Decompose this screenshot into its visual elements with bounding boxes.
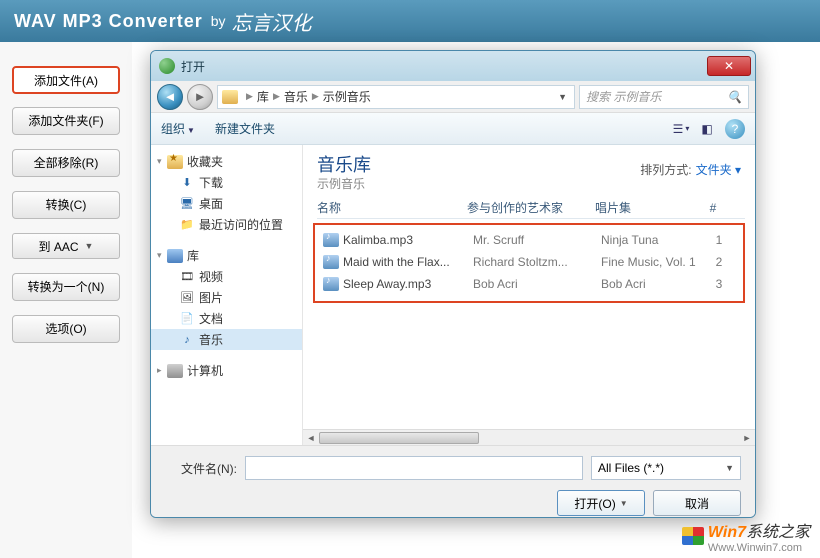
scroll-right-icon[interactable]: ► [739, 430, 755, 445]
collapse-icon: ▾ [157, 250, 167, 261]
breadcrumb-dropdown[interactable]: ▼ [555, 92, 570, 102]
new-folder-button[interactable]: 新建文件夹 [215, 120, 275, 137]
chevron-right-icon: ▶ [273, 91, 280, 102]
sort-dropdown[interactable]: 文件夹 ▾ [696, 161, 741, 178]
help-button[interactable]: ? [725, 119, 745, 139]
chevron-down-icon: ▾ [735, 163, 741, 177]
col-artist[interactable]: 参与创作的艺术家 [467, 199, 595, 216]
library-icon [167, 249, 183, 263]
app-title: WAV MP3 Converter [14, 11, 203, 32]
tree-favorites[interactable]: ▾ 收藏夹 [151, 151, 302, 172]
watermark: Win7系统之家 Www.Winwin7.com [682, 518, 810, 554]
tree-item-desktop[interactable]: 🖥桌面 [151, 193, 302, 214]
app-header: WAV MP3 Converter by 忘言汉化 [0, 0, 820, 42]
chevron-down-icon: ▼ [85, 241, 94, 251]
chevron-down-icon: ▼ [187, 126, 195, 135]
folder-tree: ▾ 收藏夹 ⬇下载 🖥桌面 📁最近访问的位置 ▾ 库 🎞视频 🖼图片 📄文档 ♪… [151, 145, 303, 445]
collapse-icon: ▾ [157, 156, 167, 167]
dialog-navbar: ◄ ► ▶ 库 ▶ 音乐 ▶ 示例音乐 ▼ 搜索 示例音乐 🔍 [151, 81, 755, 113]
tree-libraries[interactable]: ▾ 库 [151, 245, 302, 266]
add-file-button[interactable]: 添加文件(A) [12, 66, 120, 94]
column-headers[interactable]: 名称 参与创作的艺术家 唱片集 # [317, 197, 745, 219]
tree-computer[interactable]: ▸ 计算机 [151, 360, 302, 381]
breadcrumb[interactable]: ▶ 库 ▶ 音乐 ▶ 示例音乐 ▼ [217, 85, 575, 109]
col-name[interactable]: 名称 [317, 199, 467, 216]
star-icon [167, 155, 183, 169]
organize-menu[interactable]: 组织▼ [161, 120, 195, 137]
video-icon: 🎞 [179, 270, 195, 284]
music-icon: ♪ [179, 333, 195, 347]
chevron-right-icon: ▶ [246, 91, 253, 102]
add-folder-button[interactable]: 添加文件夹(F) [12, 107, 120, 135]
chevron-down-icon: ▼ [620, 499, 628, 508]
tree-item-music[interactable]: ♪音乐 [151, 329, 302, 350]
chevron-down-icon: ▼ [725, 463, 734, 473]
scroll-left-icon[interactable]: ◄ [303, 430, 319, 445]
sidebar: 添加文件(A) 添加文件夹(F) 全部移除(R) 转换(C) 到 AAC ▼ 转… [0, 42, 132, 558]
dialog-icon [159, 58, 175, 74]
search-input[interactable]: 搜索 示例音乐 🔍 [579, 85, 749, 109]
filetype-dropdown[interactable]: All Files (*.*) ▼ [591, 456, 741, 480]
options-button[interactable]: 选项(O) [12, 315, 120, 343]
folder-icon [222, 90, 238, 104]
format-value: 到 AAC [39, 238, 79, 255]
search-placeholder: 搜索 示例音乐 [586, 88, 661, 105]
library-subtitle: 示例音乐 [317, 175, 365, 192]
col-track[interactable]: # [703, 201, 723, 215]
document-icon: 📄 [179, 312, 195, 326]
open-button[interactable]: 打开(O)▼ [557, 490, 645, 516]
back-button[interactable]: ◄ [157, 84, 183, 110]
library-title: 音乐库 [317, 151, 371, 177]
file-row[interactable]: Maid with the Flax... Richard Stoltzm...… [319, 251, 739, 273]
dialog-body: ▾ 收藏夹 ⬇下载 🖥桌面 📁最近访问的位置 ▾ 库 🎞视频 🖼图片 📄文档 ♪… [151, 145, 755, 445]
computer-icon [167, 364, 183, 378]
dialog-titlebar[interactable]: 打开 ✕ [151, 51, 755, 81]
file-list: 音乐库 示例音乐 排列方式: 文件夹 ▾ 名称 参与创作的艺术家 唱片集 # K… [303, 145, 755, 445]
horizontal-scrollbar[interactable]: ◄ ► [303, 429, 755, 445]
chevron-right-icon: ▶ [312, 91, 319, 102]
picture-icon: 🖼 [179, 291, 195, 305]
tree-item-downloads[interactable]: ⬇下载 [151, 172, 302, 193]
dialog-footer: 文件名(N): All Files (*.*) ▼ 打开(O)▼ 取消 [151, 445, 755, 517]
file-row[interactable]: Kalimba.mp3 Mr. Scruff Ninja Tuna 1 [319, 229, 739, 251]
breadcrumb-item[interactable]: 示例音乐 [323, 88, 371, 105]
windows-logo-icon [682, 527, 704, 545]
download-icon: ⬇ [179, 176, 195, 190]
brand-text: 忘言汉化 [232, 7, 312, 36]
expand-icon: ▸ [157, 365, 167, 376]
open-dialog: 打开 ✕ ◄ ► ▶ 库 ▶ 音乐 ▶ 示例音乐 ▼ 搜索 示例音乐 🔍 组织▼… [150, 50, 756, 518]
filename-input[interactable] [245, 456, 583, 480]
cancel-button[interactable]: 取消 [653, 490, 741, 516]
desktop-icon: 🖥 [179, 197, 195, 211]
convert-button[interactable]: 转换(C) [12, 191, 120, 219]
preview-pane-button[interactable]: ◧ [695, 118, 719, 140]
chevron-down-icon: ▾ [685, 124, 689, 133]
remove-all-button[interactable]: 全部移除(R) [12, 149, 120, 177]
tree-item-recent[interactable]: 📁最近访问的位置 [151, 214, 302, 235]
by-text: by [211, 13, 226, 29]
forward-button[interactable]: ► [187, 84, 213, 110]
file-rows-highlight: Kalimba.mp3 Mr. Scruff Ninja Tuna 1 Maid… [313, 223, 745, 303]
tree-item-videos[interactable]: 🎞视频 [151, 266, 302, 287]
breadcrumb-item[interactable]: 音乐 [284, 88, 308, 105]
breadcrumb-item[interactable]: 库 [257, 88, 269, 105]
tree-item-pictures[interactable]: 🖼图片 [151, 287, 302, 308]
close-button[interactable]: ✕ [707, 56, 751, 76]
filename-label: 文件名(N): [165, 460, 237, 477]
dialog-title: 打开 [181, 58, 707, 75]
view-mode-button[interactable]: ☰▾ [669, 118, 693, 140]
file-row[interactable]: Sleep Away.mp3 Bob Acri Bob Acri 3 [319, 273, 739, 295]
scroll-thumb[interactable] [319, 432, 479, 444]
format-dropdown[interactable]: 到 AAC ▼ [12, 233, 120, 259]
audio-file-icon [323, 277, 339, 291]
audio-file-icon [323, 233, 339, 247]
col-album[interactable]: 唱片集 [595, 199, 703, 216]
search-icon: 🔍 [727, 90, 742, 104]
sort-by: 排列方式: 文件夹 ▾ [640, 161, 741, 178]
tree-item-documents[interactable]: 📄文档 [151, 308, 302, 329]
recent-icon: 📁 [179, 218, 195, 232]
convert-one-button[interactable]: 转换为一个(N) [12, 273, 120, 301]
audio-file-icon [323, 255, 339, 269]
dialog-toolbar: 组织▼ 新建文件夹 ☰▾ ◧ ? [151, 113, 755, 145]
